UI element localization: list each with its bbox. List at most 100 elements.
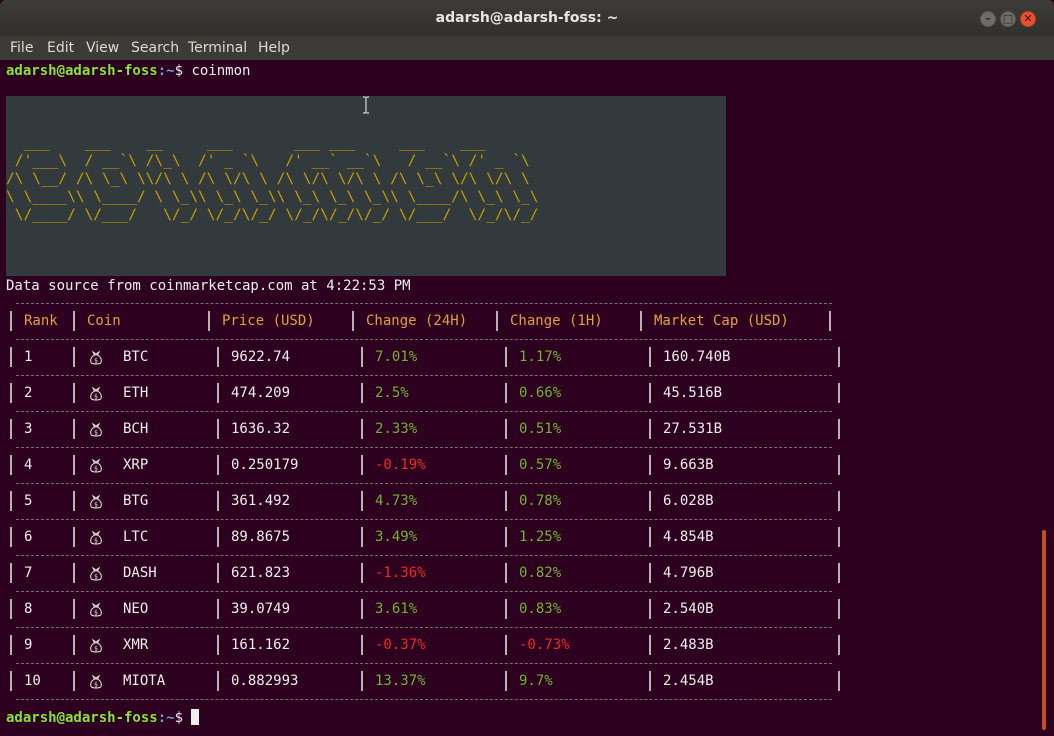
- svg-text:$: $: [94, 574, 98, 581]
- table-cell-mcap: 9.663B: [663, 457, 714, 473]
- close-icon: ✕: [1023, 12, 1033, 25]
- table-cell-coin: LTC: [123, 529, 149, 545]
- table-border: [838, 491, 840, 511]
- table-separator: [16, 483, 832, 484]
- table-cell-rank: 4: [24, 457, 33, 473]
- banner-ascii-art: ___ ___ __ ___ ___ ___ ___ ___ /'___\ / …: [6, 135, 539, 223]
- table-cell-change1h: 9.7%: [519, 673, 553, 689]
- table-border: [10, 491, 12, 511]
- table-border: [829, 311, 831, 331]
- svg-text:$: $: [94, 430, 98, 437]
- table-border: [10, 419, 12, 439]
- table-cell-rank: 2: [24, 385, 33, 401]
- table-separator: [16, 627, 832, 628]
- table-cell-mcap: 2.540B: [663, 601, 714, 617]
- table-cell-change24h: 2.33%: [375, 421, 418, 437]
- table-border: [649, 563, 651, 583]
- scrollbar[interactable]: [1042, 530, 1046, 730]
- table-cell-price: 0.882993: [231, 673, 299, 689]
- table-border: [505, 419, 507, 439]
- svg-text:$: $: [94, 682, 98, 689]
- minimize-button[interactable]: –: [980, 11, 996, 27]
- data-source-line: Data source from coinmarketcap.com at 4:…: [6, 278, 411, 294]
- table-cell-rank: 9: [24, 637, 33, 653]
- table-cell-coin: XRP: [123, 457, 149, 473]
- close-button[interactable]: ✕: [1020, 11, 1036, 27]
- table-cell-mcap: 2.454B: [663, 673, 714, 689]
- table-cell-change1h: 0.51%: [519, 421, 562, 437]
- table-cell-coin: ETH: [123, 385, 149, 401]
- table-border: [505, 635, 507, 655]
- money-bag-icon: $: [90, 638, 102, 653]
- table-border: [10, 383, 12, 403]
- table-border: [505, 527, 507, 547]
- table-border: [73, 491, 75, 511]
- current-prompt-line: adarsh@adarsh-foss:~$: [6, 709, 200, 727]
- table-separator: [16, 303, 832, 304]
- table-header-cell: Price (USD): [222, 313, 315, 329]
- table-cell-rank: 7: [24, 565, 33, 581]
- table-border: [838, 419, 840, 439]
- table-border: [352, 311, 354, 331]
- svg-text:$: $: [94, 358, 98, 365]
- table-cell-change1h: 1.17%: [519, 349, 562, 365]
- table-separator: [16, 555, 832, 556]
- table-border: [361, 527, 363, 547]
- table-border: [361, 383, 363, 403]
- table-separator: [16, 339, 832, 340]
- table-cell-coin: BTG: [123, 493, 149, 509]
- menu-terminal[interactable]: Terminal: [188, 40, 247, 56]
- table-border: [73, 527, 75, 547]
- table-cell-mcap: 4.854B: [663, 529, 714, 545]
- table-cell-mcap: 27.531B: [663, 421, 723, 437]
- table-cell-change1h: 0.66%: [519, 385, 562, 401]
- table-cell-change24h: 2.5%: [375, 385, 409, 401]
- table-border: [649, 635, 651, 655]
- table-border: [640, 311, 642, 331]
- table-border: [217, 671, 219, 691]
- table-cell-price: 474.209: [231, 385, 291, 401]
- table-cell-change1h: 1.25%: [519, 529, 562, 545]
- table-cell-change24h: 7.01%: [375, 349, 418, 365]
- table-header-cell: Coin: [87, 313, 121, 329]
- menu-file[interactable]: File: [10, 40, 33, 56]
- menu-edit[interactable]: Edit: [47, 40, 74, 56]
- svg-text:$: $: [94, 646, 98, 653]
- table-cell-change24h: 3.49%: [375, 529, 418, 545]
- money-bag-icon: $: [90, 458, 102, 473]
- table-border: [217, 383, 219, 403]
- table-cell-rank: 3: [24, 421, 33, 437]
- terminal-cursor: [191, 709, 200, 725]
- table-border: [505, 563, 507, 583]
- table-cell-mcap: 6.028B: [663, 493, 714, 509]
- table-cell-coin: MIOTA: [123, 673, 166, 689]
- table-cell-change24h: -0.37%: [375, 637, 426, 653]
- money-bag-icon: $: [90, 530, 102, 545]
- table-border: [217, 563, 219, 583]
- table-border: [649, 455, 651, 475]
- text-cursor-icon: [363, 96, 369, 114]
- command-text: coinmon: [191, 63, 251, 79]
- table-cell-price: 9622.74: [231, 349, 291, 365]
- coinmon-banner: ___ ___ __ ___ ___ ___ ___ ___ /'___\ / …: [6, 96, 726, 276]
- money-bag-icon: $: [90, 422, 102, 437]
- table-border: [217, 347, 219, 367]
- svg-text:$: $: [94, 394, 98, 401]
- table-border: [505, 491, 507, 511]
- menu-help[interactable]: Help: [258, 40, 290, 56]
- menu-search[interactable]: Search: [131, 40, 179, 56]
- table-cell-change24h: 13.37%: [375, 673, 426, 689]
- table-border: [208, 311, 210, 331]
- table-border: [838, 671, 840, 691]
- table-cell-mcap: 4.796B: [663, 565, 714, 581]
- svg-text:$: $: [94, 610, 98, 617]
- terminal-content[interactable]: adarsh@adarsh-foss:~$ coinmon ___ ___ __…: [0, 60, 1054, 736]
- title-bar[interactable]: adarsh@adarsh-foss: ~ – □ ✕: [0, 0, 1054, 36]
- table-cell-price: 0.250179: [231, 457, 299, 473]
- table-border: [217, 419, 219, 439]
- maximize-button[interactable]: □: [1000, 11, 1016, 27]
- table-border: [361, 455, 363, 475]
- table-separator: [16, 699, 832, 700]
- menu-view[interactable]: View: [86, 40, 119, 56]
- table-border: [361, 563, 363, 583]
